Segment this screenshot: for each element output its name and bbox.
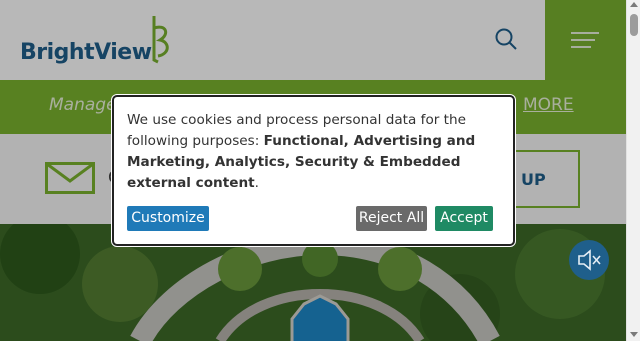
- page-scrollbar[interactable]: [626, 0, 640, 341]
- cookie-consent-dialog: We use cookies and process personal data…: [112, 95, 515, 246]
- customize-button[interactable]: Customize: [127, 206, 209, 231]
- scroll-thumb[interactable]: [630, 14, 638, 36]
- mute-speaker-icon[interactable]: [569, 240, 609, 280]
- accept-button[interactable]: Accept: [435, 206, 493, 231]
- cookie-message: We use cookies and process personal data…: [127, 110, 497, 194]
- scroll-up-arrow-icon[interactable]: [630, 2, 638, 7]
- cookie-end: .: [254, 175, 259, 191]
- speaker-glyph: [578, 249, 601, 271]
- reject-all-button[interactable]: Reject All: [356, 206, 427, 231]
- scroll-down-arrow-icon[interactable]: [630, 332, 638, 337]
